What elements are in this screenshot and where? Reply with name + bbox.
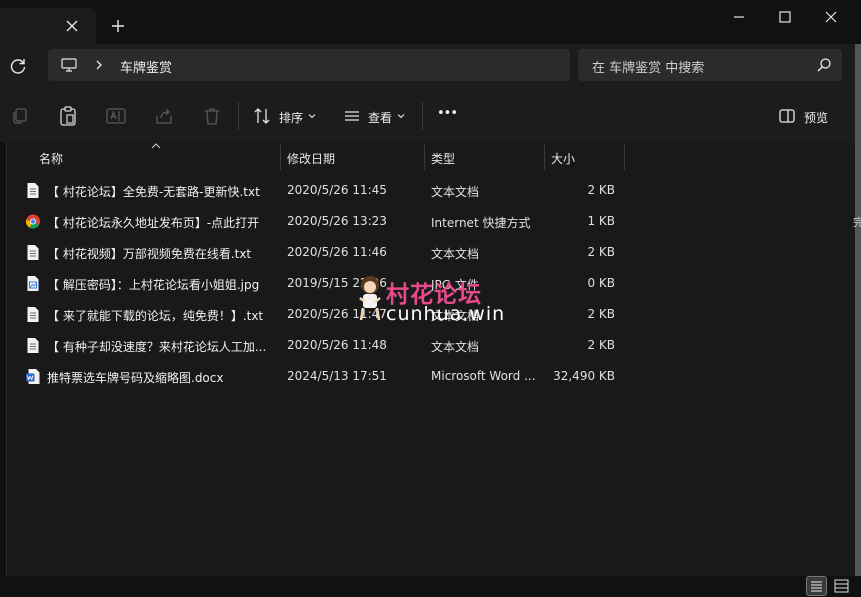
file-size: 2 KB bbox=[587, 307, 615, 321]
tiles-view-icon bbox=[834, 579, 849, 593]
file-size: 0 KB bbox=[587, 276, 615, 290]
toolbar-divider bbox=[422, 102, 423, 130]
chrome-shortcut-icon bbox=[25, 214, 40, 229]
more-icon: ••• bbox=[437, 106, 458, 121]
view-label: 查看 bbox=[368, 111, 393, 125]
toolbar-divider bbox=[238, 102, 239, 130]
file-type: 文本文档 bbox=[431, 185, 480, 199]
file-row[interactable]: 【 村花视频】万部视频免费在线看.txt 2020/5/26 11:46 文本文… bbox=[21, 237, 633, 268]
file-name: 【 来了就能下载的论坛，纯免费！】.txt bbox=[47, 309, 264, 323]
text-file-icon bbox=[27, 338, 39, 353]
sort-icon bbox=[254, 108, 270, 124]
file-size: 1 KB bbox=[587, 214, 615, 228]
minimize-icon[interactable] bbox=[716, 4, 762, 30]
file-size: 2 KB bbox=[587, 183, 615, 197]
tiles-view-button[interactable] bbox=[831, 576, 852, 596]
file-list-pane[interactable]: 名称 修改日期 类型 大小 【 村花论坛】全免费-无套路-更新快.txt 202… bbox=[6, 142, 855, 576]
file-modified: 2020/5/26 11:46 bbox=[287, 245, 387, 259]
word-file-icon bbox=[26, 369, 40, 384]
file-row[interactable]: 【 来了就能下载的论坛，纯免费！】.txt 2020/5/26 11:47 文本… bbox=[21, 299, 633, 330]
preview-pane-button[interactable]: 预览 bbox=[778, 104, 834, 128]
cartoon-girl-icon bbox=[359, 276, 381, 321]
file-name: 【 村花论坛】全免费-无套路-更新快.txt bbox=[47, 185, 260, 199]
title-bar bbox=[0, 0, 861, 44]
file-size: 32,490 KB bbox=[553, 369, 615, 383]
file-name: 推特票选车牌号码及缩略图.docx bbox=[47, 371, 224, 385]
text-file-icon bbox=[27, 307, 39, 322]
file-name: 【 村花视频】万部视频免费在线看.txt bbox=[47, 247, 252, 261]
file-row[interactable]: 推特票选车牌号码及缩略图.docx 2024/5/13 17:51 Micros… bbox=[21, 361, 633, 392]
file-name: 【 有种子却没速度？来村花论坛人工加... bbox=[47, 340, 267, 354]
file-type: 文本文档 bbox=[431, 340, 480, 354]
image-file-icon bbox=[27, 276, 39, 291]
file-modified: 2020/5/26 11:48 bbox=[287, 338, 387, 352]
chevron-right-icon[interactable] bbox=[92, 58, 106, 72]
column-type[interactable]: 类型 bbox=[431, 150, 455, 167]
maximize-icon[interactable] bbox=[762, 4, 808, 30]
computer-icon[interactable] bbox=[60, 56, 78, 74]
file-row[interactable]: 【 村花论坛永久地址发布页】-点此打开 2020/5/26 13:23 Inte… bbox=[21, 206, 633, 237]
copy-icon[interactable] bbox=[8, 104, 32, 128]
file-type: Internet 快捷方式 bbox=[431, 216, 531, 230]
file-row[interactable]: 【 有种子却没速度？来村花论坛人工加... 2020/5/26 11:48 文本… bbox=[21, 330, 633, 361]
column-modified[interactable]: 修改日期 bbox=[287, 150, 335, 167]
background-window-edge: 完 bbox=[853, 44, 861, 597]
column-header-row: 名称 修改日期 类型 大小 bbox=[7, 142, 856, 172]
view-list-icon bbox=[345, 111, 359, 121]
file-modified: 2020/5/26 11:45 bbox=[287, 183, 387, 197]
refresh-icon[interactable] bbox=[6, 54, 30, 78]
file-type: Microsoft Word ... bbox=[431, 369, 536, 383]
rename-icon[interactable] bbox=[104, 104, 128, 128]
preview-label: 预览 bbox=[804, 111, 829, 125]
watermark-logo: 村花论坛 cunhua.win bbox=[352, 272, 512, 328]
file-name: 【 村花论坛永久地址发布页】-点此打开 bbox=[47, 216, 260, 230]
file-modified: 2020/5/26 13:23 bbox=[287, 214, 387, 228]
details-view-icon bbox=[811, 581, 822, 592]
text-file-icon bbox=[27, 183, 39, 198]
paste-icon[interactable] bbox=[56, 104, 80, 128]
column-divider[interactable] bbox=[424, 144, 425, 170]
tab-current[interactable] bbox=[0, 8, 96, 44]
text-file-icon bbox=[27, 245, 39, 260]
preview-pane-icon bbox=[779, 109, 795, 123]
file-size: 2 KB bbox=[587, 245, 615, 259]
command-bar: 排序 查看 ••• 预览 bbox=[0, 90, 861, 142]
sort-button[interactable]: 排序 bbox=[252, 104, 322, 128]
search-icon bbox=[817, 58, 831, 72]
close-icon[interactable] bbox=[62, 16, 82, 36]
file-row[interactable]: 【 村花论坛】全免费-无套路-更新快.txt 2020/5/26 11:45 文… bbox=[21, 175, 633, 206]
column-divider[interactable] bbox=[544, 144, 545, 170]
close-icon[interactable] bbox=[808, 4, 854, 30]
column-divider[interactable] bbox=[624, 144, 625, 170]
breadcrumb[interactable]: 车牌鉴赏 bbox=[48, 49, 570, 81]
breadcrumb-current-folder[interactable]: 车牌鉴赏 bbox=[120, 57, 172, 76]
search-placeholder: 在 车牌鉴赏 中搜索 bbox=[592, 61, 705, 76]
sort-ascending-icon bbox=[151, 143, 161, 149]
file-name: 【 解压密码】：上村花论坛看小姐姐.jpg bbox=[47, 278, 260, 292]
file-type: 文本文档 bbox=[431, 247, 480, 261]
column-name[interactable]: 名称 bbox=[39, 150, 63, 167]
view-button[interactable]: 查看 bbox=[342, 104, 412, 128]
search-input[interactable]: 在 车牌鉴赏 中搜索 bbox=[578, 49, 842, 81]
file-row[interactable]: 【 解压密码】：上村花论坛看小姐姐.jpg 2019/5/15 22:26 JP… bbox=[21, 268, 633, 299]
sort-label: 排序 bbox=[279, 111, 304, 125]
file-size: 2 KB bbox=[587, 338, 615, 352]
watermark-url: cunhua.win bbox=[386, 303, 506, 325]
more-options-button[interactable]: ••• bbox=[436, 104, 458, 128]
column-divider[interactable] bbox=[280, 144, 281, 170]
column-size[interactable]: 大小 bbox=[551, 150, 575, 167]
plus-icon[interactable] bbox=[106, 14, 130, 38]
share-icon[interactable] bbox=[152, 104, 176, 128]
delete-icon[interactable] bbox=[200, 104, 224, 128]
chevron-down-icon bbox=[308, 114, 316, 119]
background-window-text: 完 bbox=[853, 216, 861, 229]
file-modified: 2024/5/13 17:51 bbox=[287, 369, 387, 383]
details-view-button[interactable] bbox=[806, 576, 827, 596]
address-bar: 车牌鉴赏 在 车牌鉴赏 中搜索 bbox=[0, 44, 861, 90]
chevron-down-icon bbox=[397, 114, 405, 119]
status-bar bbox=[0, 576, 861, 597]
